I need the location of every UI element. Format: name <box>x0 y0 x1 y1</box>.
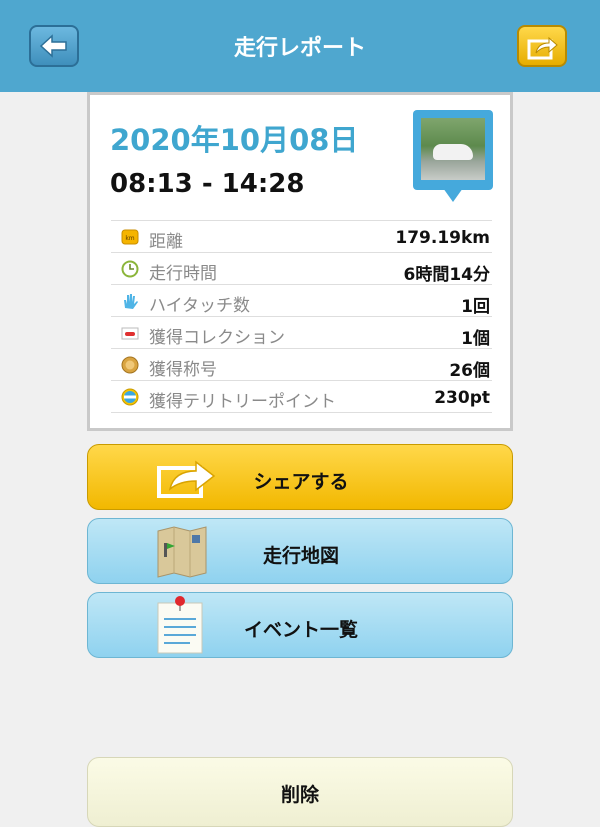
stat-row-territory: 獲得テリトリーポイント 230pt <box>111 380 492 413</box>
stat-row-titles: 獲得称号 26個 <box>111 348 492 381</box>
photo-frame <box>413 110 493 190</box>
stat-label: 走行時間 <box>149 264 217 284</box>
report-time-range: 08:13 - 14:28 <box>110 169 305 199</box>
spot-icon <box>121 388 139 406</box>
stat-row-duration: 走行時間 6時間14分 <box>111 252 492 285</box>
stat-value: 6時間14分 <box>403 265 491 285</box>
hand-icon <box>124 294 138 309</box>
map-button[interactable]: 走行地図 <box>87 518 513 584</box>
stat-label: 獲得テリトリーポイント <box>149 392 336 412</box>
stat-row-collection: 獲得コレクション 1個 <box>111 316 492 349</box>
stat-label: 獲得称号 <box>149 360 217 380</box>
page-title: 走行レポート <box>233 36 366 61</box>
stat-value: 1回 <box>461 297 490 317</box>
stat-row-distance: km 距離 179.19km <box>111 220 492 252</box>
stat-value: 230pt <box>434 388 490 408</box>
share-top-button[interactable] <box>517 25 567 67</box>
stats-list: km 距離 179.19km 走行時間 6時間14分 ハイタッチ数 1回 獲得コ… <box>111 220 492 413</box>
pin-tail <box>443 188 463 202</box>
stat-value: 1個 <box>461 329 490 349</box>
share-icon <box>527 36 558 60</box>
stat-label: 距離 <box>149 232 183 252</box>
km-icon: km <box>121 229 139 245</box>
map-button-label: 走行地図 <box>262 545 339 567</box>
header-bar: 走行レポート <box>0 0 600 92</box>
car-card-icon <box>121 327 139 340</box>
medal-icon <box>121 356 139 374</box>
stat-label: 獲得コレクション <box>149 328 285 348</box>
delete-button-label: 削除 <box>280 784 319 806</box>
events-button-label: イベント一覧 <box>243 619 358 641</box>
stat-value: 179.19km <box>395 228 490 248</box>
car-photo <box>421 118 485 180</box>
share-button-label: シェアする <box>253 471 349 493</box>
report-date: 2020年10月08日 <box>110 123 359 157</box>
stat-row-hitouch: ハイタッチ数 1回 <box>111 284 492 317</box>
stat-label: ハイタッチ数 <box>149 296 250 316</box>
report-card: 2020年10月08日 08:13 - 14:28 km 距離 179.19km… <box>87 92 513 431</box>
share-button[interactable]: シェアする <box>87 444 513 510</box>
stat-value: 26個 <box>449 361 490 381</box>
photo-pin[interactable] <box>413 110 493 210</box>
delete-button[interactable]: 削除 <box>87 757 513 827</box>
car-shape <box>433 144 473 160</box>
clock-icon <box>121 260 139 278</box>
svg-text:km: km <box>125 235 134 242</box>
events-button[interactable]: イベント一覧 <box>87 592 513 658</box>
